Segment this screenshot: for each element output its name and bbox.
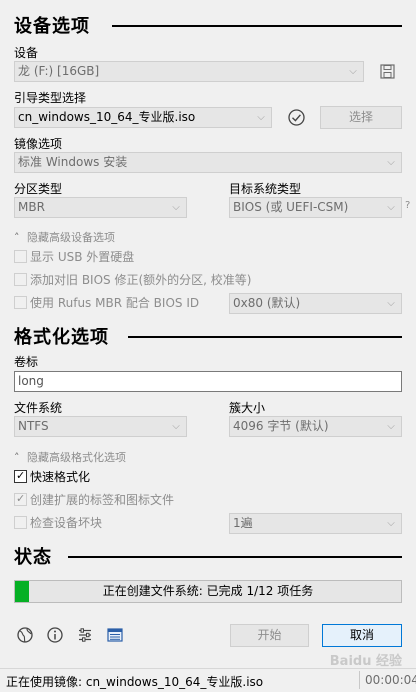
cluster-size-label: 簇大小 — [229, 401, 266, 415]
add-bios-fix-checkbox[interactable] — [14, 273, 27, 286]
show-usb-label: 显示 USB 外置硬盘 — [30, 250, 135, 264]
chevron-down-icon: ⌵ — [387, 518, 395, 529]
cluster-size-select[interactable]: 4096 字节 (默认) ⌵ — [229, 416, 402, 437]
chevron-up-icon: ˄ — [14, 231, 20, 244]
checkmark-icon: ✓ — [16, 492, 26, 505]
volume-label-label: 卷标 — [14, 355, 39, 369]
section-divider — [112, 25, 402, 27]
target-system-label: 目标系统类型 — [229, 182, 302, 196]
toggle-advanced-format[interactable]: ˄ 隐藏高级格式化选项 — [14, 449, 126, 465]
chevron-down-icon: ⌵ — [257, 112, 265, 123]
check-bad-blocks-checkbox[interactable] — [14, 516, 27, 529]
image-option-label: 镜像选项 — [14, 137, 63, 151]
filesystem-select[interactable]: NTFS ⌵ — [14, 416, 187, 437]
check-circle-icon — [287, 108, 306, 127]
filesystem-label: 文件系统 — [14, 401, 63, 415]
section-title-device-options: 设备选项 — [14, 16, 90, 37]
section-divider — [128, 336, 402, 338]
rufus-mbr-checkbox[interactable] — [14, 296, 27, 309]
chevron-down-icon: ⌵ — [387, 202, 395, 213]
filesystem-value: NTFS — [18, 419, 49, 433]
boot-type-label: 引导类型选择 — [14, 91, 87, 105]
boot-select[interactable]: cn_windows_10_64_专业版.iso ⌵ — [14, 107, 272, 128]
boot-select-value: cn_windows_10_64_专业版.iso — [18, 110, 196, 124]
passes-select[interactable]: 1遍 ⌵ — [229, 513, 402, 534]
status-bar-text: 正在使用镜像: cn_windows_10_64_专业版.iso — [6, 675, 264, 689]
extended-label-label: 创建扩展的标签和图标文件 — [30, 493, 175, 507]
quick-format-label: 快速格式化 — [30, 470, 91, 484]
log-icon[interactable] — [106, 626, 124, 644]
volume-label-input[interactable]: long — [14, 371, 402, 392]
toggle-advanced-device-label: 隐藏高级设备选项 — [27, 231, 115, 244]
chevron-up-icon: ˄ — [14, 451, 20, 464]
chevron-down-icon: ⌵ — [387, 298, 395, 309]
partition-label: 分区类型 — [14, 182, 63, 196]
cancel-button[interactable]: 取消 — [322, 624, 402, 647]
section-title-format-options: 格式化选项 — [14, 327, 109, 348]
save-icon[interactable] — [379, 63, 396, 80]
quick-format-checkbox-row[interactable]: ✓ 快速格式化 — [14, 469, 90, 485]
show-usb-checkbox-row[interactable]: 显示 USB 外置硬盘 — [14, 249, 134, 265]
add-bios-fix-label: 添加对旧 BIOS 修正(额外的分区, 校准等) — [30, 273, 252, 287]
cluster-size-value: 4096 字节 (默认) — [233, 419, 329, 433]
partition-value: MBR — [18, 200, 45, 214]
bios-id-value: 0x80 (默认) — [233, 296, 301, 310]
extended-label-checkbox[interactable]: ✓ — [14, 492, 27, 506]
chevron-down-icon: ⌵ — [172, 421, 180, 432]
quick-format-checkbox[interactable]: ✓ — [14, 469, 27, 483]
rufus-mbr-label: 使用 Rufus MBR 配合 BIOS ID — [30, 296, 200, 310]
chevron-down-icon: ⌵ — [387, 157, 395, 168]
chevron-down-icon: ⌵ — [349, 66, 357, 77]
target-system-value: BIOS (或 UEFI-CSM) — [233, 200, 349, 214]
help-icon[interactable]: ? — [405, 200, 410, 211]
checkmark-icon: ✓ — [16, 469, 26, 482]
section-divider — [68, 556, 402, 558]
rufus-mbr-checkbox-row[interactable]: 使用 Rufus MBR 配合 BIOS ID — [14, 295, 199, 311]
image-option-value: 标准 Windows 安装 — [18, 155, 128, 169]
show-usb-checkbox[interactable] — [14, 250, 27, 263]
extended-label-checkbox-row[interactable]: ✓ 创建扩展的标签和图标文件 — [14, 492, 174, 508]
info-icon[interactable] — [46, 626, 64, 644]
progress-bar: 正在创建文件系统: 已完成 1/12 项任务 — [14, 580, 402, 603]
watermark-logo: Baidu 经验 — [329, 654, 402, 669]
passes-value: 1遍 — [233, 516, 253, 530]
settings-sliders-icon[interactable] — [76, 626, 94, 644]
device-label: 设备 — [14, 46, 39, 60]
bios-id-select[interactable]: 0x80 (默认) ⌵ — [229, 293, 402, 314]
target-system-select[interactable]: BIOS (或 UEFI-CSM) ⌵ — [229, 197, 402, 218]
device-select[interactable]: 龙 (F:) [16GB] ⌵ — [14, 61, 364, 82]
chevron-down-icon: ⌵ — [172, 202, 180, 213]
partition-select[interactable]: MBR ⌵ — [14, 197, 187, 218]
toggle-advanced-format-label: 隐藏高级格式化选项 — [27, 451, 126, 464]
progress-text: 正在创建文件系统: 已完成 1/12 项任务 — [102, 584, 314, 598]
globe-icon[interactable] — [16, 626, 34, 644]
toggle-advanced-device[interactable]: ˄ 隐藏高级设备选项 — [14, 229, 115, 245]
check-bad-blocks-checkbox-row[interactable]: 检查设备坏块 — [14, 515, 102, 531]
add-bios-fix-checkbox-row[interactable]: 添加对旧 BIOS 修正(额外的分区, 校准等) — [14, 272, 251, 288]
image-option-select[interactable]: 标准 Windows 安装 ⌵ — [14, 152, 402, 173]
status-bar-separator — [359, 671, 360, 689]
status-bar: 正在使用镜像: cn_windows_10_64_专业版.iso 00:00:0… — [0, 668, 416, 692]
device-select-value: 龙 (F:) [16GB] — [18, 64, 100, 78]
elapsed-time: 00:00:04 — [365, 673, 416, 687]
chevron-down-icon: ⌵ — [387, 421, 395, 432]
section-title-status: 状态 — [14, 547, 52, 568]
select-button[interactable]: 选择 — [320, 106, 402, 129]
start-button[interactable]: 开始 — [230, 624, 309, 647]
check-bad-blocks-label: 检查设备坏块 — [30, 516, 103, 530]
